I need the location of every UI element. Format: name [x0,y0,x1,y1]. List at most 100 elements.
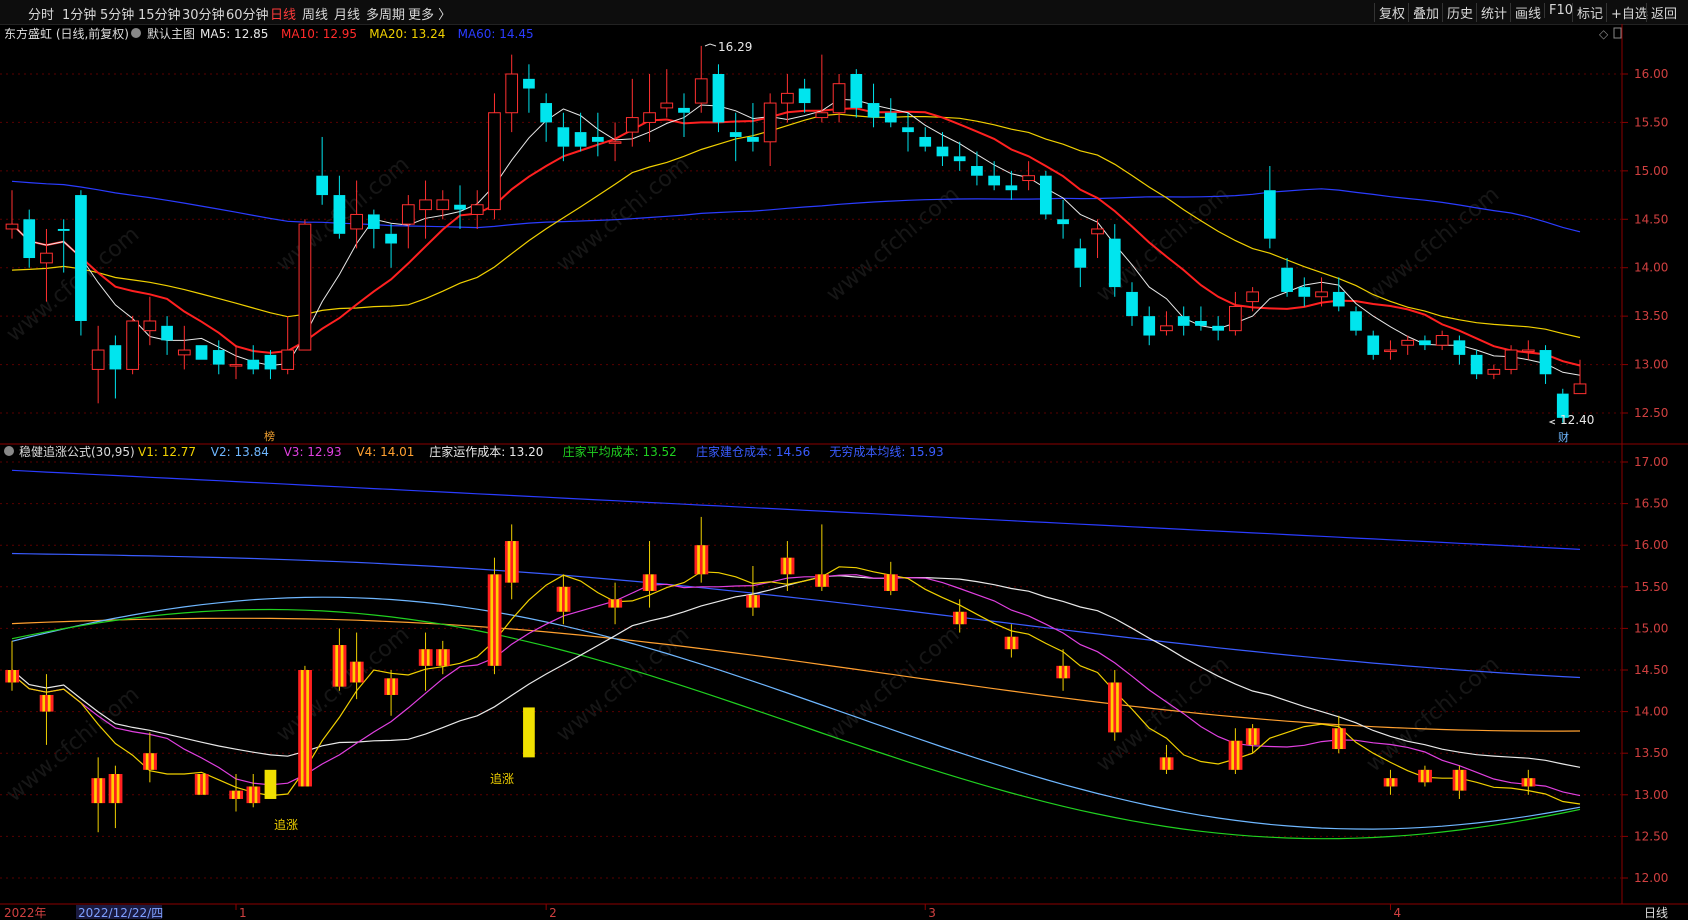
kline-chart[interactable]: www.cfchi.comwww.cfchi.com www.cfchi.com w… [0,24,1688,920]
candle [1212,316,1225,341]
candle [694,45,708,113]
toolbar-button-2[interactable]: 历史 [1442,3,1477,22]
candle [625,78,639,147]
candle [867,83,880,128]
template-dropdown-icon[interactable] [131,28,141,38]
formula-bar [5,640,20,691]
formula-bar [418,632,433,691]
period-tab-4[interactable]: 30分钟 [182,4,225,23]
ma60-line [11,180,1581,233]
month-tick-label: 3 [928,906,936,920]
cost-lines [11,469,1581,840]
toolbar-button-6[interactable]: 标记 [1572,3,1607,22]
stock-title: 东方盛虹 (日线,前复权) [4,26,129,41]
candle [109,335,122,399]
main-price-tick: 15.50 [1634,115,1668,129]
period-tab-3[interactable]: 15分钟 [138,4,181,23]
main-price-axis: 16.00 15.50 15.00 14.50 14.00 13.50 13.00 12.50 [1622,67,1668,420]
candle [902,112,914,152]
month-tick-label: 4 [1393,906,1401,920]
formula-title[interactable]: 稳健追涨公式(30,95) [19,444,135,459]
candle [540,93,553,142]
month-tick-label: 1 [239,906,247,920]
period-tab-9[interactable]: 多周期 [366,4,405,23]
candle [1160,311,1173,336]
candle [523,64,535,113]
formula-dropdown-icon[interactable] [4,446,14,456]
candle [488,93,501,220]
ma-legend-item: MA5: 12.85 [200,27,268,41]
candle [1419,335,1431,351]
candle [1022,161,1035,191]
formula-bar [642,541,657,608]
sub-price-axis: 17.00 16.50 16.00 15.50 15.00 14.50 14.00 13.50… [1622,455,1668,885]
period-tab-10[interactable]: 更多 〉 [408,4,451,23]
panel-max-icon[interactable] [1613,27,1622,39]
formula-bars [5,516,1536,833]
formula-bar [246,774,261,808]
toolbar-button-4[interactable]: 画线 [1510,3,1545,22]
rank-badge[interactable]: 榜 [264,429,275,443]
main-gridlines [0,73,1622,414]
candle [712,64,725,133]
formula-legend-item: V1: 12.77 [138,445,196,459]
v3-line [11,574,1581,797]
formula-bar [1383,769,1398,795]
period-tab-7[interactable]: 周线 [302,4,328,23]
candle [1470,350,1483,380]
period-tab-2[interactable]: 5分钟 [100,4,134,23]
formula-bar [1452,765,1467,799]
toolbar-button-8[interactable]: 返回 [1646,3,1681,22]
candle [815,54,829,123]
toolbar-button-0[interactable]: 复权 [1374,3,1409,22]
candle [5,190,19,239]
candle [1453,335,1466,365]
candle [591,112,604,157]
sub-price-tick: 17.00 [1634,455,1668,469]
candle [1350,306,1362,336]
period-tab-5[interactable]: 60分钟 [226,4,269,23]
period-footer[interactable]: 日线 [1644,906,1668,920]
sub-price-tick: 13.00 [1634,788,1668,802]
period-tab-6[interactable]: 日线 [270,4,296,23]
toolbar-button-1[interactable]: 叠加 [1408,3,1443,22]
candle [1504,345,1518,375]
finance-badge[interactable]: 财 [1558,430,1569,444]
period-tab-0[interactable]: 分时 [28,4,54,23]
signal-bar [523,707,535,758]
candle [264,350,277,380]
main-price-tick: 13.00 [1634,358,1668,372]
candle [177,325,191,370]
year-label: 2022年 [4,906,47,920]
candle [419,180,432,239]
candle [1367,330,1380,360]
month-tick-label: 2 [549,906,557,920]
diamond-icon[interactable]: ◇ [1599,27,1609,41]
candle [1263,166,1276,249]
candle [195,345,208,360]
formula-legend-item: V4: 14.01 [356,445,414,459]
candle [1384,340,1397,360]
main-price-tick: 12.50 [1634,406,1668,420]
candle [1108,224,1121,297]
period-tab-8[interactable]: 月线 [334,4,360,23]
formula-bar [91,757,106,833]
template-label[interactable]: 默认主图 [147,26,195,41]
candle [763,93,777,167]
formula-legend-item: V2: 13.84 [211,445,269,459]
candle [1143,306,1156,346]
signal-up-label: 追涨 [274,817,298,832]
formula-bar [746,566,760,616]
candle [1195,306,1207,331]
main-price-tick: 16.00 [1634,67,1668,81]
low-marker: 12.40 [1548,413,1594,427]
cursor-date: 2022/12/22/四 [78,906,163,920]
period-tab-1[interactable]: 1分钟 [62,4,96,23]
candle [988,161,1001,191]
v4-line [11,617,1581,732]
candle [454,185,466,229]
toolbar-button-3[interactable]: 统计 [1476,3,1511,22]
candle [91,325,105,404]
candle [643,74,656,142]
candle [919,127,932,152]
